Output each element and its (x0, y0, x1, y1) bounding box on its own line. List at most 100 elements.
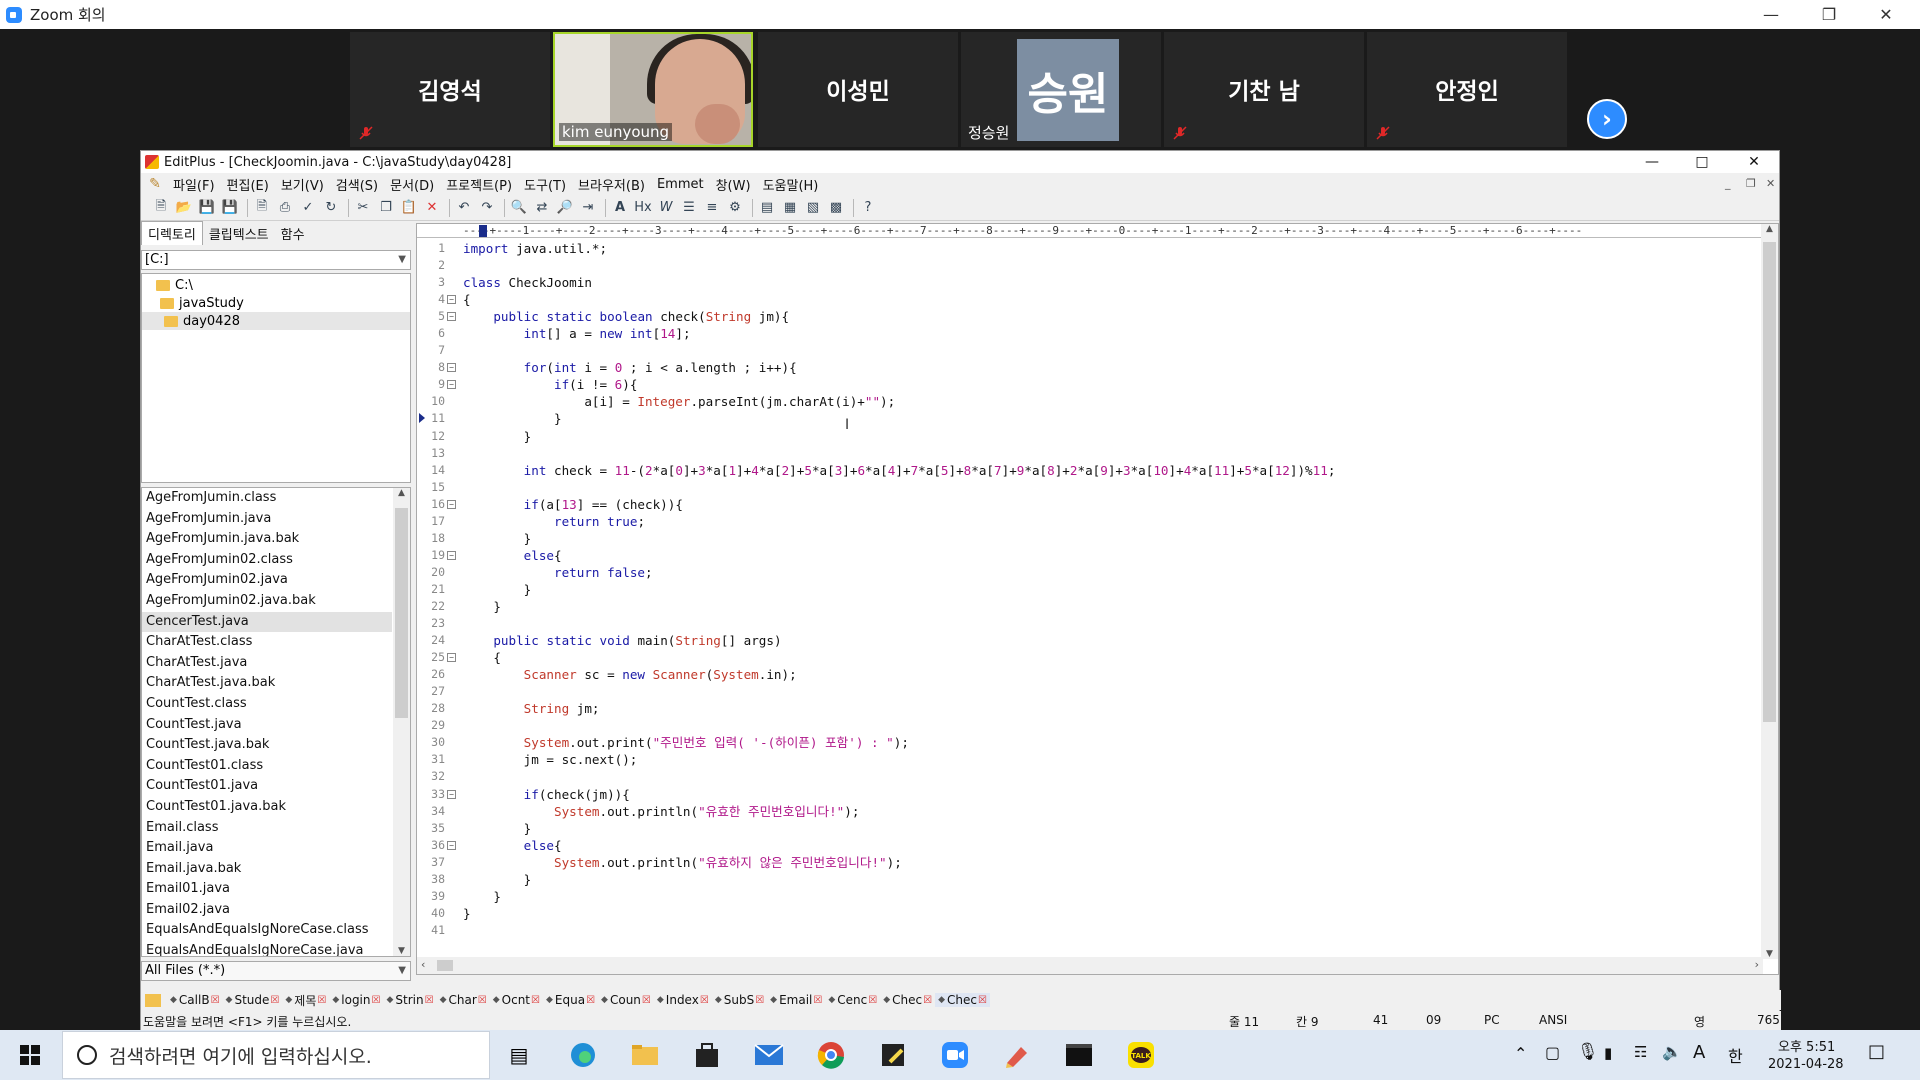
scrollbar-thumb[interactable] (395, 508, 408, 718)
mdi-restore-button[interactable]: ❐ (1746, 177, 1756, 190)
wifi-icon[interactable]: ☶ (1634, 1043, 1647, 1061)
paste-icon[interactable]: 📋 (399, 198, 419, 218)
code-line[interactable]: 32 (417, 768, 1757, 785)
scroll-down-icon[interactable]: ▼ (1761, 949, 1778, 959)
scroll-up-icon[interactable]: ▲ (1761, 224, 1778, 234)
restore-button[interactable]: ❐ (1806, 0, 1852, 29)
file-list-item[interactable]: CountTest01.java.bak (142, 797, 392, 818)
speaker-icon[interactable]: 🔈 (1662, 1042, 1682, 1061)
output-window-icon[interactable]: ▧ (803, 198, 823, 218)
fold-toggle-icon[interactable]: − (447, 550, 456, 560)
font-icon[interactable]: A (610, 198, 630, 218)
folder-icon[interactable] (145, 993, 161, 1007)
code-line[interactable]: 18 } (417, 530, 1757, 547)
editor-horizontal-scrollbar[interactable]: ‹ › (417, 957, 1763, 974)
code-line[interactable]: 36− else{ (417, 837, 1757, 854)
file-list-item[interactable]: CharAtTest.java.bak (142, 673, 392, 694)
file-list-scrollbar[interactable]: ▲ ▼ (393, 488, 410, 956)
close-tab-icon[interactable]: ☒ (317, 995, 326, 1006)
document-tab[interactable]: ◆ Strin ☒ (383, 993, 436, 1007)
taskbar-search-box[interactable]: 검색하려면 여기에 입력하십시오. (62, 1031, 490, 1079)
zoom-taskbar-icon[interactable] (938, 1038, 972, 1072)
file-list-item[interactable]: AgeFromJumin.java.bak (142, 529, 392, 550)
code-line[interactable]: 20 return false; (417, 564, 1757, 581)
redo-icon[interactable]: ↷ (477, 198, 497, 218)
document-tab[interactable]: ◆ Cenc ☒ (825, 993, 880, 1007)
code-line[interactable]: 17 return true; (417, 513, 1757, 530)
close-tab-icon[interactable]: ☒ (755, 995, 764, 1006)
close-tab-icon[interactable]: ☒ (211, 995, 220, 1006)
undo-icon[interactable]: ↶ (454, 198, 474, 218)
language-indicator[interactable]: 한 (1728, 1043, 1743, 1067)
code-line[interactable]: 1 import java.util.*; (417, 240, 1757, 257)
scroll-down-icon[interactable]: ▼ (393, 946, 410, 956)
menu-help[interactable]: 도움말(H) (757, 175, 825, 194)
close-tab-icon[interactable]: ☒ (372, 995, 381, 1006)
terminal-icon[interactable] (1062, 1038, 1096, 1072)
replace-icon[interactable]: ⇄ (532, 198, 552, 218)
code-line[interactable]: 2 (417, 257, 1757, 274)
file-list-item[interactable]: AgeFromJumin02.java (142, 570, 392, 591)
file-list-item[interactable]: Email.java (142, 838, 392, 859)
participant-tile[interactable]: 이성민 (758, 32, 958, 147)
file-list-item[interactable]: CountTest01.java (142, 776, 392, 797)
file-list-item[interactable]: CountTest.java.bak (142, 735, 392, 756)
file-list-item[interactable]: EqualsAndEqualsIgNoreCase.class (142, 920, 392, 941)
close-tab-icon[interactable]: ☒ (270, 995, 279, 1006)
close-tab-icon[interactable]: ☒ (586, 995, 595, 1006)
code-line[interactable]: 3 class CheckJoomin (417, 274, 1757, 291)
close-button[interactable]: ✕ (1863, 0, 1909, 29)
mdi-close-button[interactable]: ✕ (1766, 177, 1775, 190)
code-line[interactable]: 13 (417, 445, 1757, 462)
file-list-item[interactable]: EqualsAndEqualsIgNoreCase.java (142, 941, 392, 956)
document-tab[interactable]: ◆ SubS ☒ (712, 993, 767, 1007)
scroll-up-icon[interactable]: ▲ (393, 488, 410, 498)
code-line[interactable]: 33− if(check(jm)){ (417, 786, 1757, 803)
participant-tile[interactable]: 안정인 (1367, 32, 1567, 147)
task-view-icon[interactable]: ▤ (502, 1038, 536, 1072)
code-line[interactable]: 26 Scanner sc = new Scanner(System.in); (417, 666, 1757, 683)
fold-toggle-icon[interactable]: − (447, 363, 456, 373)
windows-start-icon[interactable] (13, 1038, 47, 1072)
close-tab-icon[interactable]: ☒ (700, 995, 709, 1006)
refresh-icon[interactable]: ↻ (321, 198, 341, 218)
cliptext-window-icon[interactable]: ▦ (780, 198, 800, 218)
fold-toggle-icon[interactable]: − (447, 789, 456, 799)
document-tab[interactable]: ◆ Chec ☒ (880, 993, 935, 1007)
scrollbar-thumb[interactable] (437, 960, 453, 971)
fold-toggle-icon[interactable]: − (447, 295, 456, 305)
file-filter-select[interactable]: All Files (*.*) ▼ (141, 961, 411, 981)
save-all-icon[interactable]: 💾 (220, 198, 240, 218)
code-line[interactable]: 37 System.out.println("유효하지 않은 주민번호입니다!"… (417, 854, 1757, 871)
close-tab-icon[interactable]: ☒ (813, 995, 822, 1006)
delete-icon[interactable]: ✕ (422, 198, 442, 218)
menu-emmet[interactable]: Emmet (651, 177, 710, 192)
find-in-files-icon[interactable]: 🔎 (555, 198, 575, 218)
fold-toggle-icon[interactable]: − (447, 840, 456, 850)
ime-mode[interactable]: A (1693, 1042, 1705, 1063)
notification-icon[interactable]: □ (1868, 1041, 1885, 1062)
open-folder-icon[interactable]: 📂 (174, 198, 194, 218)
settings-icon[interactable]: ⚙ (725, 198, 745, 218)
file-list-item[interactable]: CencerTest.java (142, 611, 392, 633)
menu-edit[interactable]: 편집(E) (221, 175, 275, 194)
code-line[interactable]: 41 (417, 922, 1757, 939)
ruler-toggle-icon[interactable]: ☰ (679, 198, 699, 218)
menu-document[interactable]: 문서(D) (384, 175, 440, 194)
document-tab[interactable]: ◆ Email ☒ (767, 993, 825, 1007)
code-line[interactable]: 22 } (417, 598, 1757, 615)
menu-project[interactable]: 프로젝트(P) (440, 175, 518, 194)
fold-toggle-icon[interactable]: − (447, 499, 456, 509)
file-list-item[interactable]: Email.class (142, 818, 392, 839)
close-tab-icon[interactable]: ☒ (923, 995, 932, 1006)
code-line[interactable]: 40} (417, 905, 1757, 922)
scrollbar-thumb[interactable] (1763, 242, 1776, 722)
document-tab[interactable]: ◆ Chec ☒ (935, 993, 990, 1007)
directory-window-icon[interactable]: ▤ (757, 198, 777, 218)
code-line[interactable]: 28 String jm; (417, 700, 1757, 717)
menu-tools[interactable]: 도구(T) (518, 175, 572, 194)
next-page-arrow-icon[interactable]: › (1587, 99, 1627, 139)
battery-icon[interactable]: ▮ (1604, 1044, 1612, 1062)
edge-browser-icon[interactable] (566, 1038, 600, 1072)
code-line[interactable]: 11 } (417, 410, 1757, 427)
